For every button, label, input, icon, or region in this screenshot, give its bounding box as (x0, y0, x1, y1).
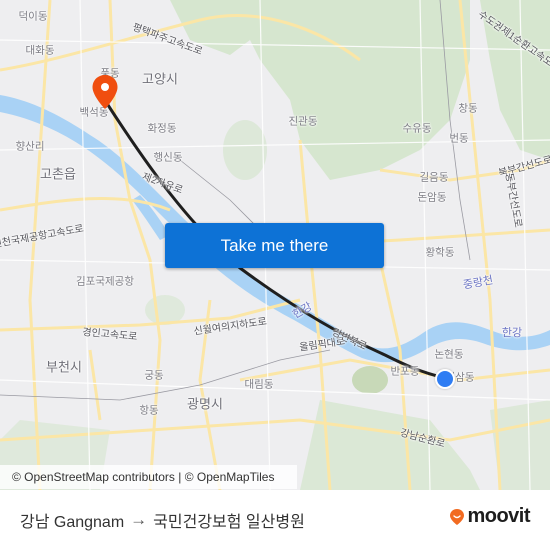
map-label-nonhyeon-dong: 논현동 (434, 348, 464, 361)
map-label-jingwan-dong: 진관동 (288, 115, 318, 128)
destination-pin-icon[interactable] (91, 74, 119, 110)
map-label-gwangmyeong-si: 광명시 (187, 396, 223, 412)
origin-name: 강남 Gangnam (20, 514, 125, 531)
moovit-pin-icon (450, 508, 465, 525)
map-label-hwajeong-dong: 화정동 (147, 122, 177, 135)
map-label-beon-dong: 번동 (449, 132, 469, 145)
map-label-donam-dong: 돈암동 (417, 191, 447, 204)
map-label-chang-dong: 창동 (458, 102, 478, 115)
map-label-bucheon-si: 부천시 (46, 359, 82, 375)
map-label-banpo-dong: 반포동 (390, 365, 420, 378)
moovit-wordmark: moovit (467, 505, 530, 527)
map-label-daehwa-dong: 대화동 (25, 44, 55, 57)
map-label-gung-dong: 궁동 (144, 369, 164, 382)
map-label-hwanghak-dong: 황학동 (425, 246, 455, 259)
route-title: 강남 Gangnam → 국민건강보험 일산병원 (20, 508, 305, 532)
map-label-gochon-eup: 고촌읍 (40, 166, 76, 182)
origin-location-marker[interactable] (435, 369, 455, 389)
map-label-deogi-dong: 덕이동 (18, 10, 48, 23)
map-label-hang-dong: 항동 (139, 404, 159, 417)
map-label-hangang-east: 한강 (501, 327, 523, 339)
map-label-goyang-si: 고양시 (142, 71, 178, 87)
take-me-there-button[interactable]: Take me there (165, 223, 384, 268)
moovit-logo[interactable]: moovit (449, 505, 530, 528)
map-label-hyangsan-ri: 향산리 (15, 140, 45, 153)
map-label-daerim-dong: 대림동 (244, 378, 274, 391)
map-label-gimpo-airport: 김포국제공항 (76, 275, 134, 288)
map-label-gireum-dong: 길음동 (419, 171, 449, 184)
destination-name: 국민건강보험 일산병원 (153, 514, 305, 531)
footer-bar: 강남 Gangnam → 국민건강보험 일산병원 moovit (0, 490, 550, 550)
map-attribution[interactable]: © OpenStreetMap contributors | © OpenMap… (0, 465, 297, 489)
arrow-right-icon: → (130, 510, 148, 529)
map-label-suyu-dong: 수유동 (402, 122, 432, 135)
map-view[interactable]: 덕이동 대화동 풍동 고양시 백석동 화정동 행신동 향산리 고촌읍 진관동 수… (0, 0, 550, 490)
map-label-haengsin-dong: 행신동 (153, 151, 183, 164)
